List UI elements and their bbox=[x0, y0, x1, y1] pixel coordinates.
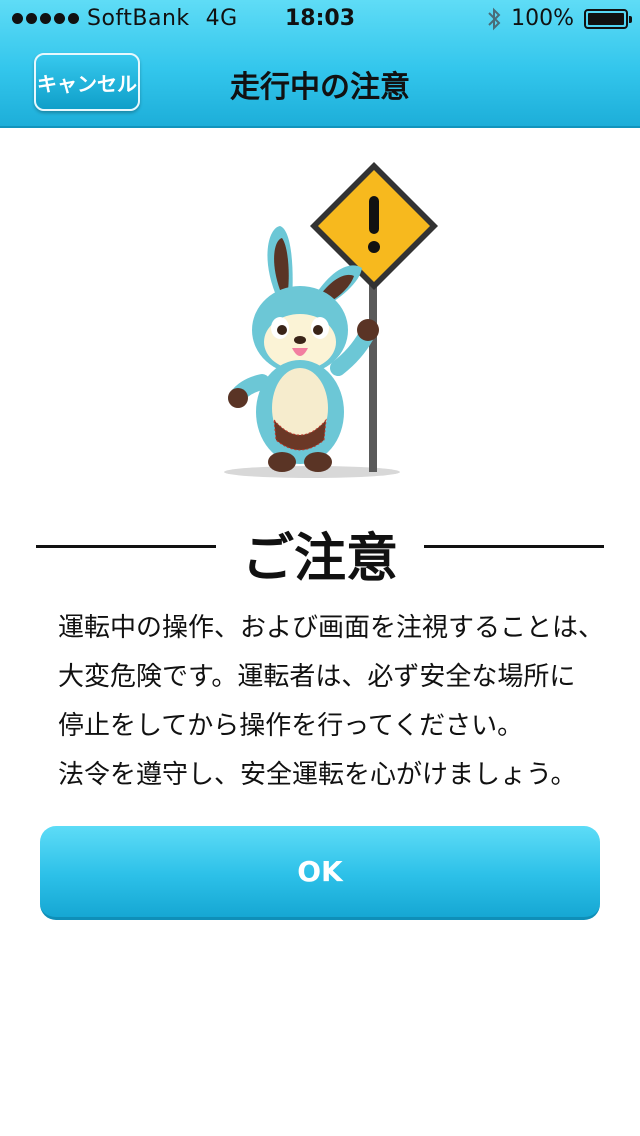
nav-title: 走行中の注意 bbox=[230, 70, 410, 105]
notice-line: 法令を遵守し、安全運転を心がけましょう。 bbox=[58, 760, 577, 790]
screen: SoftBank 4G 18:03 100% キャンセル 走行中の注意 ご注意 … bbox=[0, 0, 640, 1136]
status-bar: SoftBank 4G 18:03 100% bbox=[0, 0, 640, 40]
notice-heading-row: ご注意 bbox=[0, 510, 640, 589]
heading-divider-right bbox=[424, 545, 604, 548]
notice-body: 運転中の操作、および画面を注視することは、 大変危険です。運転者は、必ず安全な場… bbox=[58, 604, 605, 800]
header: SoftBank 4G 18:03 100% キャンセル 走行中の注意 bbox=[0, 0, 640, 128]
warning-exclamation-sign-icon bbox=[310, 162, 438, 290]
sign-pole bbox=[369, 270, 377, 472]
battery-icon bbox=[584, 8, 632, 29]
bluetooth-icon bbox=[488, 7, 501, 30]
ok-button[interactable]: OK bbox=[40, 826, 600, 920]
notice-line: 運転中の操作、および画面を注視することは、 bbox=[58, 613, 605, 643]
notice-line: 停止をしてから操作を行ってください。 bbox=[58, 711, 524, 741]
status-right: 100% bbox=[487, 6, 632, 31]
notice-line: 大変危険です。運転者は、必ず安全な場所に bbox=[58, 662, 576, 692]
mascot-illustration bbox=[224, 162, 438, 478]
battery-percent: 100% bbox=[511, 6, 574, 31]
notice-heading: ご注意 bbox=[241, 529, 398, 589]
